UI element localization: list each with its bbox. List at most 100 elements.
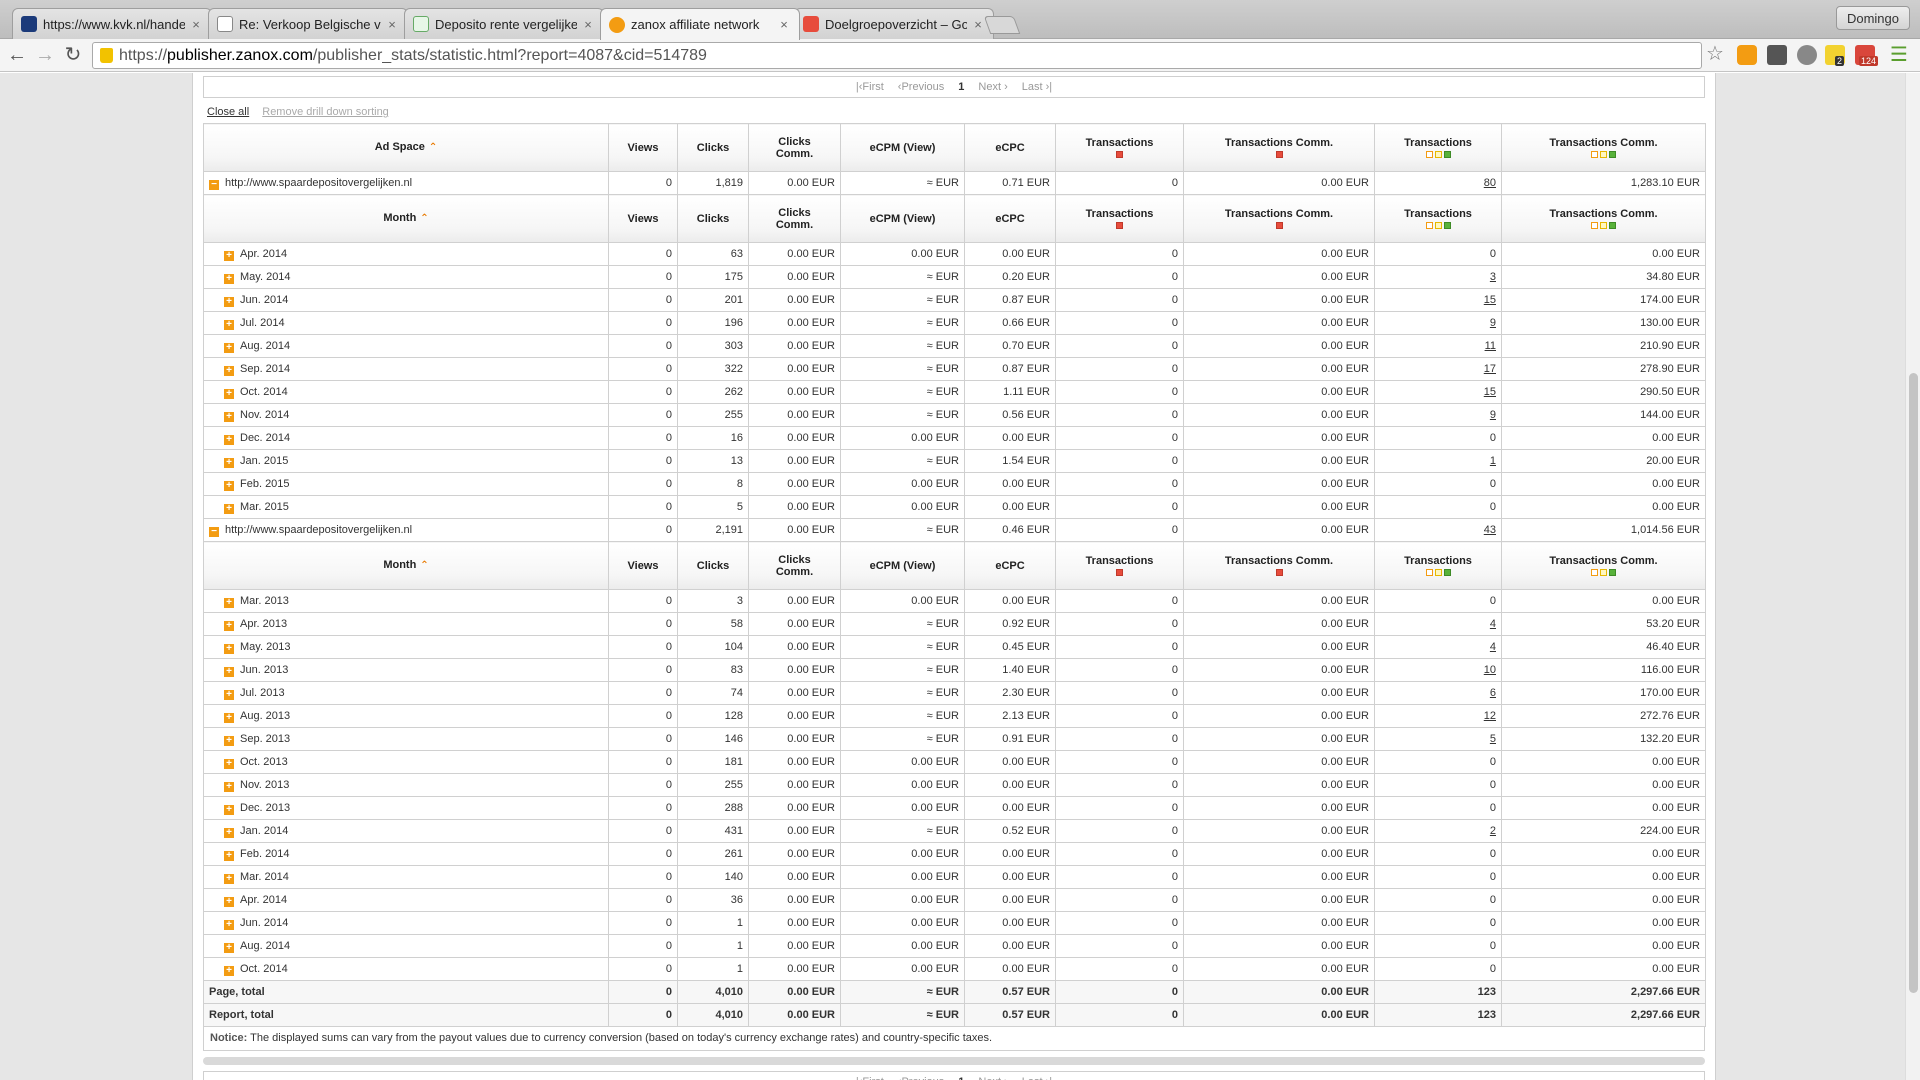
column-header-transactions-open[interactable]: Transactions — [1374, 541, 1502, 590]
column-header-ecpc[interactable]: eCPC — [964, 541, 1056, 590]
month-row[interactable]: + Oct. 2013 0 181 0.00 EUR 0.00 EUR 0.00 EUR 0 0… — [203, 750, 1706, 774]
expand-icon[interactable]: + — [224, 735, 234, 746]
browser-tab[interactable]: https://www.kvk.nl/handel × — [12, 8, 212, 39]
transactions-link[interactable]: 10 — [1484, 664, 1496, 676]
transactions-link[interactable]: 2 — [1490, 825, 1496, 837]
column-header-month[interactable]: Month ⌃ — [203, 541, 609, 590]
transactions-link[interactable]: 4 — [1490, 618, 1496, 630]
month-row[interactable]: + Dec. 2013 0 288 0.00 EUR 0.00 EUR 0.00 EUR 0 0… — [203, 796, 1706, 820]
total-row[interactable]: Report, total 0 4,010 0.00 EUR ≈ EUR 0.57 EUR… — [203, 1003, 1706, 1027]
collapse-icon[interactable]: − — [209, 179, 219, 190]
transactions-link[interactable]: 1 — [1490, 455, 1496, 467]
column-header-ecpm[interactable]: eCPM (View) — [840, 123, 965, 172]
expand-icon[interactable]: + — [224, 689, 234, 700]
pager-first[interactable]: First — [856, 1076, 883, 1080]
expand-icon[interactable]: + — [224, 503, 234, 514]
close-all-link[interactable]: Close all — [207, 106, 249, 118]
address-bar[interactable]: https://publisher.zanox.com/publisher_st… — [92, 42, 1702, 69]
month-row[interactable]: + Jul. 2014 0 196 0.00 EUR ≈ EUR 0.66 EUR 0 0.00… — [203, 311, 1706, 335]
column-header-transactions-comm-rejected[interactable]: Transactions Comm. — [1183, 194, 1375, 243]
month-row[interactable]: + Mar. 2013 0 3 0.00 EUR 0.00 EUR 0.00 EUR 0 0.0… — [203, 589, 1706, 613]
month-row[interactable]: + Oct. 2014 0 1 0.00 EUR 0.00 EUR 0.00 EUR 0 0.0… — [203, 957, 1706, 981]
bookmark-star-icon[interactable]: ☆ — [1706, 41, 1724, 66]
column-header-transactions-comm-rejected[interactable]: Transactions Comm. — [1183, 541, 1375, 590]
expand-icon[interactable]: + — [224, 388, 234, 399]
scrollbar-thumb[interactable] — [1909, 373, 1918, 993]
column-header-clicks-comm[interactable]: Clicks Comm. — [748, 123, 841, 172]
transactions-link[interactable]: 43 — [1484, 524, 1496, 536]
month-row[interactable]: + Apr. 2014 0 63 0.00 EUR 0.00 EUR 0.00 EUR 0 0.… — [203, 242, 1706, 266]
expand-icon[interactable]: + — [224, 411, 234, 422]
month-row[interactable]: + Jan. 2015 0 13 0.00 EUR ≈ EUR 1.54 EUR 0 0.00 … — [203, 449, 1706, 473]
expand-icon[interactable]: + — [224, 804, 234, 815]
column-header-transactions-open[interactable]: Transactions — [1374, 194, 1502, 243]
month-row[interactable]: + Nov. 2014 0 255 0.00 EUR ≈ EUR 0.56 EUR 0 0.00… — [203, 403, 1706, 427]
expand-icon[interactable]: + — [224, 643, 234, 654]
month-row[interactable]: + Jun. 2014 0 1 0.00 EUR 0.00 EUR 0.00 EUR 0 0.0… — [203, 911, 1706, 935]
pager-last[interactable]: Last — [1022, 1076, 1052, 1080]
column-header-transactions-comm-rejected[interactable]: Transactions Comm. — [1183, 123, 1375, 172]
column-header-clicks[interactable]: Clicks — [677, 123, 749, 172]
ad-space-row[interactable]: − http://www.spaardepositovergelijken.nl 0… — [203, 171, 1706, 195]
expand-icon[interactable]: + — [224, 781, 234, 792]
column-header-transactions-rejected[interactable]: Transactions — [1055, 123, 1184, 172]
month-row[interactable]: + Jun. 2013 0 83 0.00 EUR ≈ EUR 1.40 EUR 0 0.00 … — [203, 658, 1706, 682]
tab-close-icon[interactable]: × — [777, 17, 791, 32]
expand-icon[interactable]: + — [224, 342, 234, 353]
sort-ascending-icon[interactable]: ⌃ — [420, 213, 428, 224]
transactions-link[interactable]: 3 — [1490, 271, 1496, 283]
column-header-views[interactable]: Views — [608, 123, 678, 172]
pager-first[interactable]: First — [856, 81, 883, 93]
transactions-link[interactable]: 12 — [1484, 710, 1496, 722]
transactions-link[interactable]: 6 — [1490, 687, 1496, 699]
expand-icon[interactable]: + — [224, 273, 234, 284]
pager-last[interactable]: Last — [1022, 81, 1052, 93]
extension-m-icon[interactable] — [1767, 45, 1787, 65]
expand-icon[interactable]: + — [224, 365, 234, 376]
column-header-transactions-open[interactable]: Transactions — [1374, 123, 1502, 172]
column-header-clicks-comm[interactable]: Clicks Comm. — [748, 194, 841, 243]
tab-close-icon[interactable]: × — [971, 17, 985, 32]
sort-ascending-icon[interactable]: ⌃ — [429, 142, 437, 153]
tab-close-icon[interactable]: × — [189, 17, 203, 32]
extension-circle-icon[interactable] — [1797, 45, 1817, 65]
transactions-link[interactable]: 15 — [1484, 386, 1496, 398]
browser-tab[interactable]: Re: Verkoop Belgische verz × — [208, 8, 408, 39]
pager-previous[interactable]: Previous — [898, 1076, 944, 1080]
column-header-views[interactable]: Views — [608, 541, 678, 590]
ad-space-row[interactable]: − http://www.spaardepositovergelijken.nl 0… — [203, 518, 1706, 542]
extension-star-icon[interactable] — [1737, 45, 1757, 65]
month-row[interactable]: + Jun. 2014 0 201 0.00 EUR ≈ EUR 0.87 EUR 0 0.00… — [203, 288, 1706, 312]
month-row[interactable]: + Oct. 2014 0 262 0.00 EUR ≈ EUR 1.11 EUR 0 0.00… — [203, 380, 1706, 404]
month-row[interactable]: + Aug. 2013 0 128 0.00 EUR ≈ EUR 2.13 EUR 0 0.00… — [203, 704, 1706, 728]
month-row[interactable]: + Feb. 2015 0 8 0.00 EUR 0.00 EUR 0.00 EUR 0 0.0… — [203, 472, 1706, 496]
remove-sorting-link[interactable]: Remove drill down sorting — [262, 106, 389, 118]
expand-icon[interactable]: + — [224, 965, 234, 976]
reload-icon[interactable]: ↻ — [60, 43, 86, 67]
expand-icon[interactable]: + — [224, 666, 234, 677]
column-header-transactions-comm-open[interactable]: Transactions Comm. — [1501, 194, 1706, 243]
browser-tab[interactable]: Deposito rente vergelijken × — [404, 8, 604, 39]
expand-icon[interactable]: + — [224, 250, 234, 261]
transactions-link[interactable]: 80 — [1484, 177, 1496, 189]
transactions-link[interactable]: 11 — [1485, 340, 1496, 352]
month-row[interactable]: + Sep. 2013 0 146 0.00 EUR ≈ EUR 0.91 EUR 0 0.00… — [203, 727, 1706, 751]
pager-previous[interactable]: Previous — [898, 81, 944, 93]
expand-icon[interactable]: + — [224, 434, 234, 445]
transactions-link[interactable]: 4 — [1490, 641, 1496, 653]
transactions-link[interactable]: 17 — [1484, 363, 1496, 375]
expand-icon[interactable]: + — [224, 319, 234, 330]
tab-close-icon[interactable]: × — [581, 17, 595, 32]
month-row[interactable]: + Jul. 2013 0 74 0.00 EUR ≈ EUR 2.30 EUR 0 0.00 … — [203, 681, 1706, 705]
back-arrow-icon[interactable]: ← — [4, 43, 30, 67]
month-row[interactable]: + May. 2013 0 104 0.00 EUR ≈ EUR 0.45 EUR 0 0.00… — [203, 635, 1706, 659]
horizontal-scrollbar[interactable] — [203, 1057, 1705, 1065]
tab-close-icon[interactable]: × — [385, 17, 399, 32]
expand-icon[interactable]: + — [224, 457, 234, 468]
column-header-ecpm[interactable]: eCPM (View) — [840, 194, 965, 243]
column-header-views[interactable]: Views — [608, 194, 678, 243]
month-row[interactable]: + Nov. 2013 0 255 0.00 EUR 0.00 EUR 0.00 EUR 0 0… — [203, 773, 1706, 797]
expand-icon[interactable]: + — [224, 597, 234, 608]
forward-arrow-icon[interactable]: → — [32, 43, 58, 67]
pager-next[interactable]: Next — [978, 81, 1007, 93]
